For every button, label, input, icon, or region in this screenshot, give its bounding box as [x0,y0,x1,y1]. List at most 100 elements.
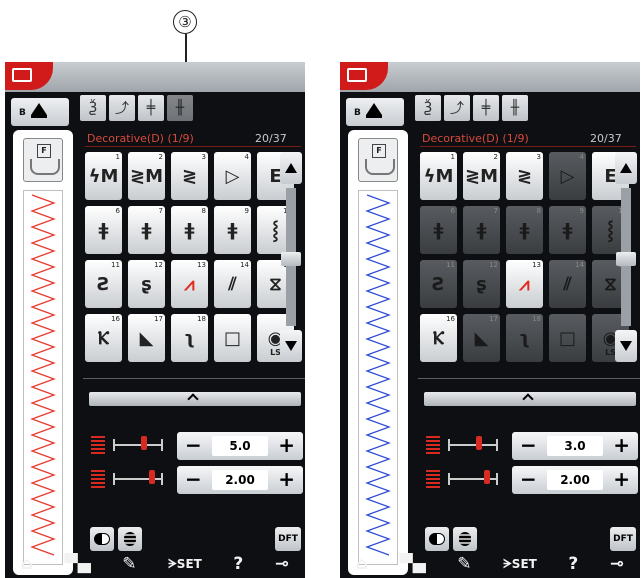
default-button[interactable]: DFT [275,527,301,551]
scroll-down-button[interactable] [615,330,637,362]
help-icon[interactable]: ? [568,554,578,574]
stitch-button[interactable]: □ [214,314,251,362]
stitch-button[interactable]: ⩘ 13 [506,260,543,308]
stitch-button[interactable]: ▷ 4 [214,152,251,200]
length-plus-button[interactable]: + [278,468,295,490]
machine-settings-icon[interactable]: ▀▄ [65,554,91,574]
feed-icon[interactable]: ⤴ [109,95,135,121]
presser-foot-icon[interactable]: F [358,138,398,182]
stitch-button[interactable]: ǂ9 [214,206,251,254]
scroll-up-button[interactable] [280,152,302,184]
stitch-number: 3 [201,153,206,161]
stitch-button[interactable]: ϟM 1 [85,152,122,200]
presser-foot-icon[interactable]: F [23,138,63,182]
stitch-button[interactable]: ⫽ 14 [549,260,586,308]
stitch-number: 9 [244,207,249,215]
stitch-button[interactable]: Ⲕ 16 [420,314,457,362]
stitch-number: 18 [532,315,541,323]
length-indicator-icon [113,470,163,485]
stitch-button[interactable]: ǂ9 [549,206,586,254]
mirror-image-icon[interactable] [90,527,114,551]
stitch-glyph-icon: ǂ [476,219,487,241]
set-mode-icon[interactable]: ᗒSET [503,557,537,572]
length-plus-button[interactable]: + [613,468,630,490]
stitch-button[interactable]: ʅ 18 [171,314,208,362]
stitch-glyph-icon: □ [558,327,576,349]
stitch-button[interactable]: ≷ 3 [506,152,543,200]
divider [83,378,305,379]
set-mode-icon[interactable]: ᗒSET [168,557,202,572]
callout-3: ③ [173,10,197,34]
stitch-button[interactable]: ⩘ 13 [171,260,208,308]
lock-icon[interactable]: ⊸ [610,554,624,574]
stitch-mode-icon[interactable]: Ѯ [80,95,106,121]
stitch-glyph-icon: ʅ [184,327,195,349]
stitch-button[interactable]: ʂ 12 [128,260,165,308]
stitch-button[interactable]: ≷M 2 [463,152,500,200]
default-button[interactable]: DFT [610,527,636,551]
stitch-button[interactable]: ǂ8 [506,206,543,254]
presser-foot-lift-button[interactable]: B [346,98,404,126]
stitch-button[interactable]: □ [549,314,586,362]
sewing-screen-right: B Ѯ ⤴ ╪ ╫ Decorative(D) (1/9) 20/37 FϟM 1 ≷M 2 ≷ 3 ▷ 4… [340,62,640,578]
stitch-mode-icon[interactable]: Ѯ [415,95,441,121]
stitch-preview [23,190,63,565]
width-plus-button[interactable]: + [613,434,630,456]
stitch-glyph-icon: □ [223,327,241,349]
scroll-down-button[interactable] [280,330,302,362]
stitch-glyph-icon: ⩘ [519,273,530,295]
pattern-memory-icon[interactable]: ╫ [167,95,193,121]
stitch-button[interactable]: ◣ 17 [463,314,500,362]
stitch-number: 7 [158,207,163,215]
length-minus-button[interactable]: − [520,468,537,490]
needle-plate-icon[interactable]: ╪ [473,95,499,121]
feed-icon[interactable]: ⤴ [444,95,470,121]
width-plus-button[interactable]: + [278,434,295,456]
stitch-preview-zigzag [30,194,56,556]
stitch-button[interactable]: ǂ6 [85,206,122,254]
file-icon[interactable]: ✎ [122,554,136,574]
scroll-thumb[interactable] [281,252,301,266]
stitch-button[interactable]: ϟM 1 [420,152,457,200]
length-minus-button[interactable]: − [185,468,202,490]
pattern-memory-icon[interactable]: ╫ [502,95,528,121]
stitch-button[interactable]: ǂ8 [171,206,208,254]
scroll-up-button[interactable] [615,152,637,184]
file-icon[interactable]: ✎ [457,554,471,574]
stitch-button[interactable]: Ⲕ 16 [85,314,122,362]
stitch-button[interactable]: ◣ 17 [128,314,165,362]
stitch-button[interactable]: ≷M 2 [128,152,165,200]
home-icon[interactable]: ⌂ [21,554,33,574]
lock-icon[interactable]: ⊸ [275,554,289,574]
length-stepper: −2.00 + [177,466,303,494]
length-control: −2.00 + [89,466,305,494]
scroll-thumb[interactable] [616,252,636,266]
stitch-button[interactable]: ⫽ 14 [214,260,251,308]
stitch-button[interactable]: ǂ7 [128,206,165,254]
stitch-button[interactable]: ǂ7 [463,206,500,254]
stitch-number: 8 [201,207,206,215]
elongation-icon[interactable] [453,527,477,551]
stitch-button[interactable]: ≷ 3 [171,152,208,200]
presser-foot-lift-button[interactable]: B [11,98,69,126]
stitch-button[interactable]: ʂ 12 [463,260,500,308]
width-minus-button[interactable]: − [520,434,537,456]
stitch-button[interactable]: ▷ 4 [549,152,586,200]
stitch-button[interactable]: Ƨ 11 [85,260,122,308]
needle-plate-icon[interactable]: ╪ [138,95,164,121]
expand-settings-button[interactable] [89,392,301,406]
stitch-button[interactable]: ǂ6 [420,206,457,254]
category-title: Decorative(D) (1/9) [422,132,529,145]
stitch-button[interactable]: Ƨ 11 [420,260,457,308]
mirror-image-icon[interactable] [425,527,449,551]
stitch-number: 12 [489,261,498,269]
home-icon[interactable]: ⌂ [356,554,368,574]
help-icon[interactable]: ? [233,554,243,574]
expand-settings-button[interactable] [424,392,636,406]
elongation-icon[interactable] [118,527,142,551]
stitch-glyph-icon: ǂ [562,219,573,241]
machine-settings-icon[interactable]: ▀▄ [400,554,426,574]
stitch-button[interactable]: ʅ 18 [506,314,543,362]
width-value: 3.0 [547,436,603,456]
width-minus-button[interactable]: − [185,434,202,456]
